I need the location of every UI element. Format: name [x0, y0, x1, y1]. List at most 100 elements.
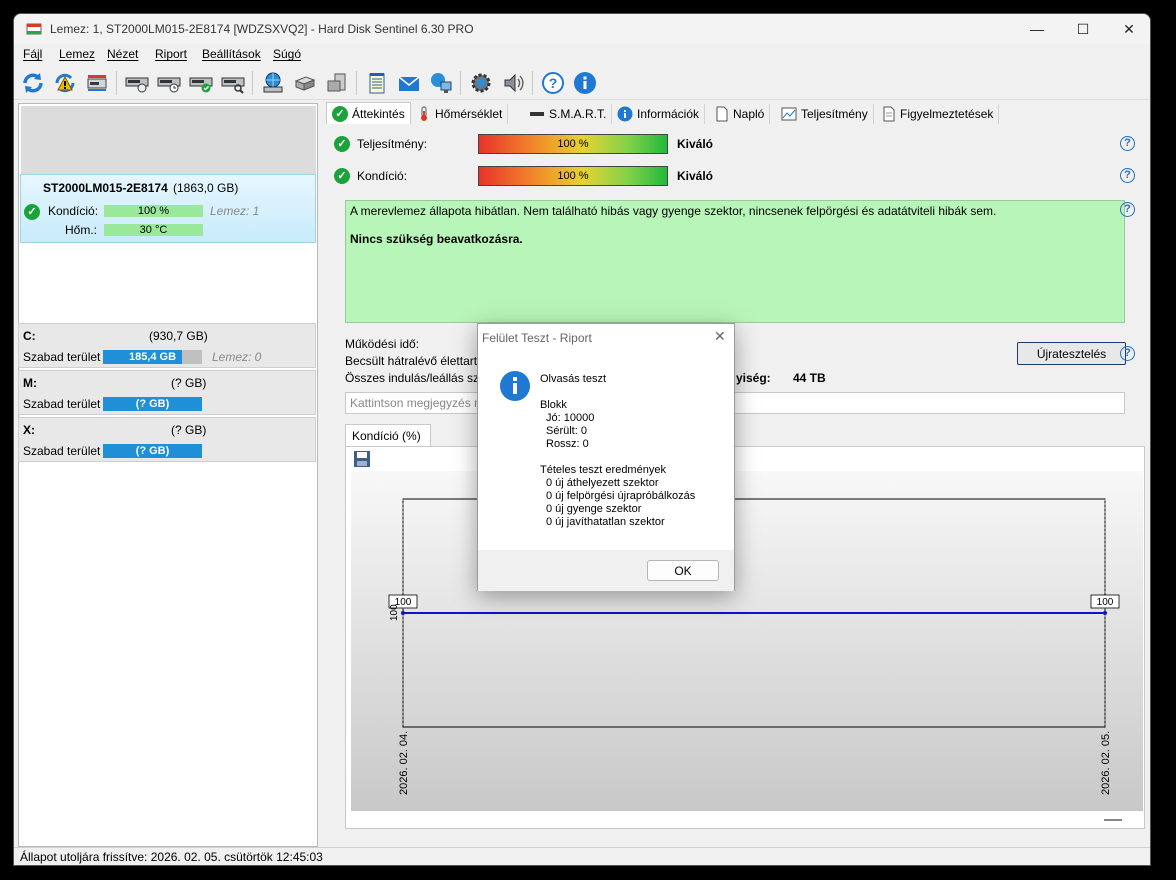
dialog-result-line: 0 új javíthatatlan szektor — [546, 516, 665, 528]
free-space-value: (? GB) — [135, 445, 170, 457]
drive-stack-icon[interactable] — [292, 70, 318, 96]
condition-rating: Kiváló — [677, 169, 714, 183]
tab-overview[interactable]: ✓ Áttekintés — [326, 102, 411, 124]
dialog-damaged-count: Sérült: 0 — [546, 425, 587, 437]
disk-size: (1863,0 GB) — [173, 181, 239, 195]
overview-panel: ✓ Teljesítmény: 100 % Kiváló ? ✓ Kondíci… — [325, 124, 1147, 849]
disk-check-icon[interactable] — [188, 70, 214, 96]
dialog-title-bar: Felület Teszt - Riport ✕ — [478, 324, 734, 350]
dialog-result-line: 0 új gyenge szektor — [546, 503, 642, 515]
dialog-good-count: Jó: 10000 — [546, 412, 595, 424]
dialog-result-line: 0 új áthelyezett szektor — [546, 477, 659, 489]
disk-list-panel: ST2000LM015-2E8174 (1863,0 GB) ✓ Kondíci… — [18, 103, 318, 847]
notes-icon[interactable] — [364, 70, 390, 96]
save-icon[interactable] — [353, 450, 371, 468]
disk-temp-value: 30 °C — [139, 224, 168, 236]
toolbar-separator — [252, 71, 253, 95]
title-bar: Lemez: 1, ST2000LM015-2E8174 [WDZSXVQ2] … — [14, 14, 1150, 44]
condition-value: 100 % — [557, 170, 589, 182]
settings-gear-icon[interactable] — [468, 70, 494, 96]
retest-button[interactable]: Újratesztelés — [1017, 342, 1126, 365]
volume-letter: X: — [23, 423, 35, 437]
tab-smart[interactable]: S.M.A.R.T. — [524, 104, 613, 124]
status-description: A merevlemez állapota hibátlan. Nem talá… — [345, 200, 1125, 323]
disk-name: ST2000LM015-2E8174 — [43, 181, 168, 195]
chart-icon — [781, 107, 797, 121]
app-logo-icon — [26, 23, 42, 35]
volume-c[interactable]: C: (930,7 GB) Szabad terület 185,4 GB Le… — [18, 323, 316, 368]
performance-value: 100 % — [557, 138, 589, 150]
chart-tab-condition[interactable]: Kondíció (%) — [345, 424, 431, 446]
dialog-results-header: Tételes teszt eredmények — [540, 464, 666, 476]
check-icon: ✓ — [332, 105, 348, 122]
info-icon — [500, 371, 530, 401]
drive-stack-2-icon[interactable] — [324, 70, 350, 96]
disk-condition-value: 100 % — [137, 205, 170, 217]
refresh-warning-icon[interactable] — [52, 70, 78, 96]
dialog-block-header: Blokk — [540, 399, 567, 411]
chart-panel: 100 100 100 2026. 02. 04. 2026. 02. 05. — [345, 446, 1145, 829]
chart-x-tick-label: 2026. 02. 05. — [1100, 731, 1112, 795]
help-icon[interactable]: ? — [1120, 202, 1135, 217]
status-action: Nincs szükség beavatkozásra. — [350, 232, 523, 246]
menu-help[interactable]: Súgó — [273, 47, 301, 61]
ok-button[interactable]: OK — [647, 560, 719, 581]
refresh-icon[interactable] — [20, 70, 46, 96]
volume-x[interactable]: X: (? GB) Szabad terület (? GB) — [18, 417, 316, 462]
minimize-button[interactable]: — — [1014, 14, 1060, 44]
disk-number-label: Lemez: 1 — [210, 204, 260, 218]
toolbar-separator — [356, 71, 357, 95]
volume-letter: C: — [23, 329, 36, 343]
tab-label: Teljesítmény — [801, 107, 868, 121]
chart-y-tick-label: 100 — [389, 604, 400, 621]
help-icon[interactable]: ? — [540, 70, 566, 96]
disk-condition-bar: 100 % — [104, 205, 203, 217]
info-icon[interactable] — [572, 70, 598, 96]
help-icon[interactable]: ? — [1120, 136, 1135, 151]
tab-label: Napló — [733, 107, 765, 121]
disk-alert-icon[interactable] — [84, 70, 110, 96]
volume-size: (? GB) — [171, 376, 207, 390]
tab-warnings[interactable]: Figyelmeztetések — [877, 104, 1000, 124]
menu-report[interactable]: Riport — [155, 47, 187, 61]
status-text: A merevlemez állapota hibátlan. Nem talá… — [350, 204, 997, 218]
disk-schedule-icon[interactable] — [156, 70, 182, 96]
menu-view[interactable]: Nézet — [107, 47, 138, 61]
network-icon[interactable] — [428, 70, 454, 96]
volume-m[interactable]: M: (? GB) Szabad terület (? GB) — [18, 370, 316, 415]
tab-log[interactable]: Napló — [710, 104, 771, 124]
network-drive-icon[interactable] — [260, 70, 286, 96]
ok-button-label: OK — [674, 563, 692, 578]
tab-information[interactable]: Információk — [612, 104, 706, 124]
disk-info-icon[interactable] — [124, 70, 150, 96]
notes-input[interactable]: Kattintson megjegyzés meg — [345, 392, 1125, 414]
tab-performance[interactable]: Teljesítmény — [776, 104, 874, 124]
toolbar-separator — [460, 71, 461, 95]
free-space-label: Szabad terület — [23, 350, 101, 364]
close-button[interactable]: ✕ — [1106, 14, 1150, 44]
free-space-bar: (? GB) — [103, 397, 202, 411]
dialog-bad-count: Rossz: 0 — [546, 438, 589, 450]
help-icon[interactable]: ? — [1120, 346, 1135, 361]
disk-search-icon[interactable] — [220, 70, 246, 96]
mail-icon[interactable] — [396, 70, 422, 96]
performance-gauge: 100 % — [478, 134, 668, 154]
performance-rating: Kiváló — [677, 137, 714, 151]
help-icon[interactable]: ? — [1120, 168, 1135, 183]
menu-settings[interactable]: Beállítások — [202, 47, 261, 61]
chart-scroll-indicator[interactable] — [1104, 819, 1122, 821]
free-space-bar: 185,4 GB — [103, 350, 202, 364]
speaker-icon[interactable] — [500, 70, 526, 96]
tab-temperature[interactable]: Hőmérséklet — [412, 104, 509, 124]
free-space-value: 185,4 GB — [128, 351, 177, 363]
dialog-close-button[interactable]: ✕ — [714, 328, 726, 345]
free-space-value: (? GB) — [135, 398, 170, 410]
disk-entry[interactable]: ST2000LM015-2E8174 (1863,0 GB) ✓ Kondíci… — [20, 174, 316, 243]
menu-file[interactable]: Fájl — [23, 47, 42, 61]
tab-label: Áttekintés — [352, 106, 405, 121]
tab-label: Hőmérséklet — [435, 107, 503, 121]
menu-disk[interactable]: Lemez — [59, 47, 95, 61]
free-space-label: Szabad terület — [23, 444, 101, 458]
chart-data-point — [401, 611, 405, 615]
maximize-button[interactable]: ☐ — [1060, 14, 1106, 44]
